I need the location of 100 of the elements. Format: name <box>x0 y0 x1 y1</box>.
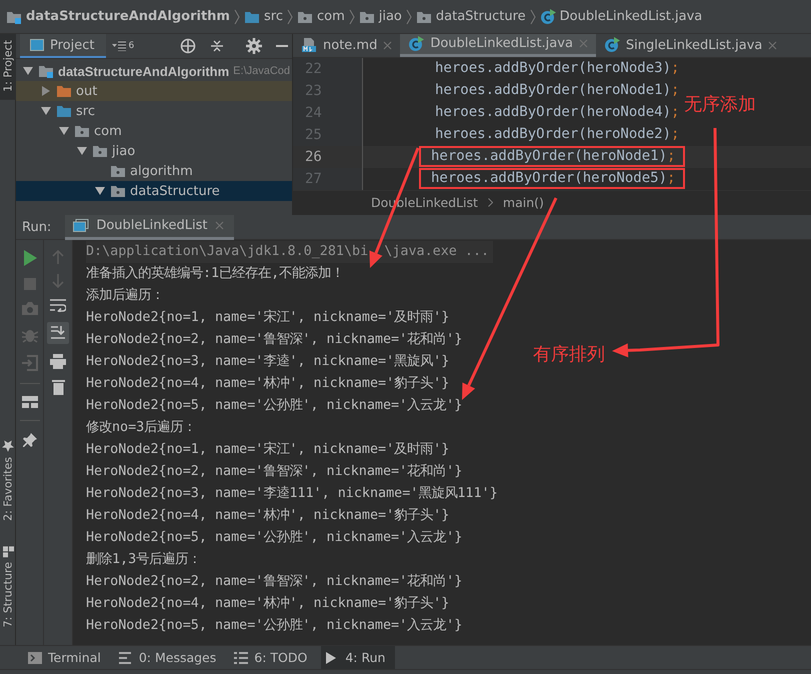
structure-icon <box>2 544 14 557</box>
breadcrumb-item[interactable]: dataStructure <box>436 9 526 24</box>
collapse-icon <box>210 39 224 53</box>
folder-icon <box>74 124 90 138</box>
run-tab[interactable]: DoubleLinkedList <box>65 214 234 240</box>
command-text: D:\application\Java\jdk1.8.0_281\bi <box>86 244 368 259</box>
run-label: Run: <box>22 220 52 234</box>
side-tab[interactable]: 2: Favorites <box>0 434 16 527</box>
console-line: 修改no=3后遍历： <box>86 420 196 435</box>
code-line: heroes.addByOrder(heroNode2); <box>434 125 680 144</box>
console-line: HeroNode2{no=4, name='林冲', nickname='豹子头'} <box>86 508 450 523</box>
class-icon <box>540 8 556 24</box>
tool-window-tab[interactable]: 6: TODO <box>230 646 318 669</box>
close-icon <box>214 221 224 230</box>
breadcrumb-item[interactable]: jiao <box>378 9 402 24</box>
window-icon <box>30 39 44 51</box>
folder-icon <box>6 10 22 24</box>
side-tab[interactable]: 7: Structure <box>0 538 16 633</box>
bug-icon <box>22 327 38 343</box>
console-line: HeroNode2{no=5, name='公孙胜', nickname='入云龙'} <box>86 530 462 545</box>
star-icon <box>2 440 14 452</box>
tree-item[interactable]: out <box>16 81 292 101</box>
close-icon[interactable] <box>768 40 778 50</box>
chevron-icon <box>348 8 355 24</box>
console-line: HeroNode2{no=4, name='林冲', nickname='豹子头'} <box>86 376 450 391</box>
up-arrow-icon <box>52 250 64 264</box>
tree-item[interactable]: algorithm <box>16 161 292 181</box>
breadcrumb-item[interactable]: dataStructureAndAlgorithm <box>26 9 230 24</box>
code-line: heroes.addByOrder(heroNode3); <box>434 59 680 78</box>
tree-item[interactable]: jiao <box>16 141 292 161</box>
tree-item[interactable]: src <box>16 101 292 121</box>
folder-icon <box>244 10 260 24</box>
folder-icon <box>92 144 108 158</box>
console-line: 添加后遍历： <box>86 288 164 303</box>
console-line: HeroNode2{no=5, name='公孙胜', nickname='入云龙'} <box>86 618 462 633</box>
folder-icon <box>110 164 126 178</box>
console-line: 删除1,3号后遍历： <box>86 552 202 567</box>
run-icon <box>22 250 36 266</box>
folder-icon <box>110 184 126 198</box>
folder-icon <box>296 10 313 24</box>
project-tab[interactable]: Project <box>20 34 106 58</box>
tree-depth-dropdown[interactable]: 6 <box>112 41 134 51</box>
close-icon[interactable] <box>383 40 392 50</box>
markdown-file-icon <box>301 37 317 54</box>
print-icon <box>50 354 66 369</box>
folder-icon <box>56 84 72 98</box>
breadcrumb-item[interactable]: DoubleLinkedList.java <box>560 9 702 24</box>
list-icon <box>112 41 126 51</box>
stop-icon <box>24 278 36 290</box>
tool-window-tab[interactable]: 0: Messages <box>114 646 226 669</box>
list-icon <box>234 652 248 664</box>
layout-icon <box>22 396 38 408</box>
annotation-text: 无序添加 <box>684 93 756 116</box>
soft-wrap-icon <box>50 298 66 312</box>
console-line: HeroNode2{no=2, name='鲁智深', nickname='花和尚'} <box>86 464 462 479</box>
console-line: HeroNode2{no=3, name='李逵', nickname='黑旋风'} <box>86 354 450 369</box>
breadcrumb-item[interactable]: src <box>264 9 283 24</box>
terminal-icon <box>28 652 42 664</box>
tool-window-tab[interactable]: Terminal <box>24 646 111 669</box>
chevron-icon <box>530 8 536 24</box>
console-line: HeroNode2{no=1, name='宋江', nickname='及时雨'} <box>86 310 450 325</box>
command-text: \java.exe ... <box>384 244 490 259</box>
console-line: HeroNode2{no=5, name='公孙胜', nickname='入云龙'} <box>86 398 462 413</box>
console-line: HeroNode2{no=1, name='宋江', nickname='及时雨'} <box>86 442 450 457</box>
console-line: HeroNode2{no=2, name='鲁智深', nickname='花和尚'} <box>86 332 462 347</box>
camera-icon <box>22 302 38 315</box>
side-tab[interactable]: 1: Project <box>0 34 16 100</box>
code-line: heroes.addByOrder(heroNode1); <box>434 81 680 100</box>
project-path: E:\JavaCod <box>233 65 290 77</box>
class-icon <box>408 36 424 52</box>
settings-icon <box>246 38 262 54</box>
tool-window-tab[interactable]: 4: Run <box>321 646 396 669</box>
annotation-text: 有序排列 <box>533 343 605 366</box>
editor-tab[interactable]: SingleLinkedList.java <box>596 34 786 57</box>
code-line: heroes.addByOrder(heroNode4); <box>434 103 680 122</box>
folder-icon <box>38 64 54 78</box>
editor-tab[interactable]: DoubleLinkedList.java <box>400 34 596 57</box>
class-icon <box>604 37 620 54</box>
tree-item[interactable]: dataStructureAndAlgorithm E:\JavaCod <box>16 61 292 81</box>
tree-item[interactable]: com <box>16 121 292 141</box>
console-line: HeroNode2{no=4, name='林冲', nickname='豹子头'} <box>86 596 450 611</box>
tree-item[interactable]: dataStructure <box>16 181 292 201</box>
editor-tab[interactable]: note.md <box>293 34 400 57</box>
chevron-icon <box>488 198 493 208</box>
window-icon <box>73 219 90 232</box>
console-line: 准备插入的英雄编号:1已经存在,不能添加！ <box>86 266 344 281</box>
breadcrumb-item[interactable]: main() <box>502 195 544 210</box>
scroll-to-end-icon <box>47 322 69 344</box>
chevron-icon <box>286 8 293 24</box>
locate-icon <box>180 38 196 54</box>
exit-icon <box>22 355 38 371</box>
down-arrow-icon <box>52 274 64 288</box>
close-icon[interactable] <box>578 39 588 48</box>
chevron-icon <box>406 8 412 24</box>
pin-icon <box>22 433 36 447</box>
console-line: HeroNode2{no=2, name='鲁智深', nickname='花和尚'} <box>86 574 462 589</box>
console-line: HeroNode2{no=3, name='李逵111', nickname='黑旋风111'} <box>86 486 498 501</box>
chevron-icon <box>234 8 240 24</box>
folder-icon <box>358 10 375 24</box>
breadcrumb-item[interactable]: com <box>316 9 345 24</box>
